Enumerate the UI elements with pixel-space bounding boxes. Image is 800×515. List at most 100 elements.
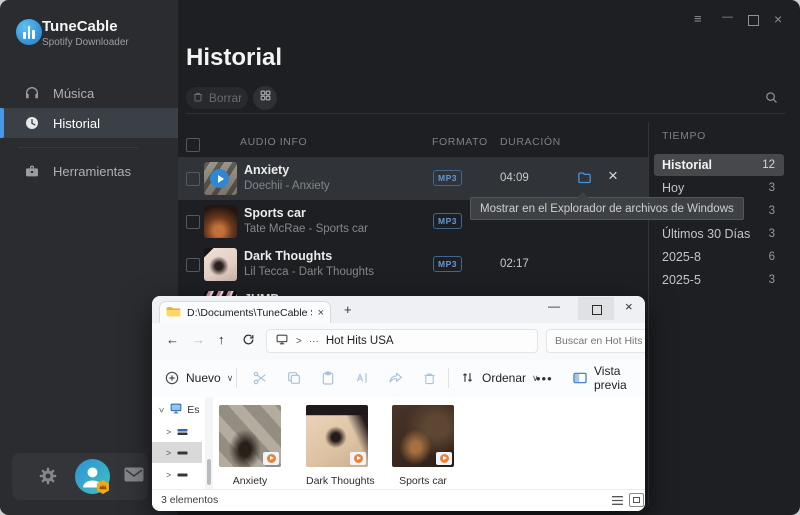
explorer-content: > Es > >	[152, 397, 645, 489]
new-tab-icon[interactable]: +	[344, 302, 352, 317]
file-thumbnail[interactable]	[392, 405, 454, 467]
track-title: Dark Thoughts	[244, 249, 332, 263]
explorer-maximize-icon[interactable]	[592, 305, 602, 315]
grid-icon	[259, 89, 272, 107]
app-menu-icon[interactable]: ≡	[694, 11, 702, 26]
rename-icon[interactable]	[354, 360, 370, 396]
explorer-tab-bar: D:\Documents\TuneCable Spo × + — ×	[152, 296, 645, 323]
address-bar[interactable]: > ··· Hot Hits USA	[266, 329, 538, 353]
show-in-explorer-icon[interactable]	[576, 170, 593, 185]
column-duracion: DURACIÓN	[500, 136, 561, 148]
minimize-icon[interactable]: —	[722, 11, 733, 23]
large-icons-view-icon[interactable]	[629, 493, 644, 507]
filter-label: Últimos 30 Días	[662, 227, 750, 241]
select-all-checkbox[interactable]	[186, 138, 200, 152]
chevron-down-icon: ∨	[227, 373, 234, 384]
sidebar-item-herramientas[interactable]: Herramientas	[0, 156, 178, 186]
file-thumbnail[interactable]	[306, 405, 368, 467]
explorer-status-bar: 3 elementos	[152, 489, 645, 511]
breadcrumb-overflow-icon[interactable]: ···	[309, 336, 319, 347]
file-thumbnail[interactable]	[219, 405, 281, 467]
new-button[interactable]: Nuevo ∨	[164, 360, 233, 396]
cut-icon[interactable]	[252, 360, 268, 396]
forward-icon[interactable]: →	[192, 332, 205, 347]
time-filter-2025-8[interactable]: 2025-8 6	[654, 246, 784, 268]
search-icon[interactable]	[764, 90, 779, 105]
refresh-icon[interactable]	[242, 333, 255, 349]
chevron-collapsed-icon[interactable]: >	[166, 470, 171, 480]
explorer-search-input[interactable]: Buscar en Hot Hits U	[546, 329, 645, 353]
explorer-close-icon[interactable]: ×	[625, 299, 633, 314]
copy-icon[interactable]	[286, 360, 302, 396]
tab-close-icon[interactable]: ×	[318, 307, 324, 319]
row-checkbox[interactable]	[186, 258, 200, 272]
back-icon[interactable]: ←	[166, 332, 179, 347]
filter-count: 3	[769, 274, 775, 286]
nav-this-pc[interactable]: > Es	[152, 399, 202, 420]
nav-drive-item-selected[interactable]: >	[152, 442, 202, 463]
sidebar-item-label: Herramientas	[53, 164, 131, 179]
panel-divider	[648, 122, 649, 505]
breadcrumb[interactable]: Hot Hits USA	[326, 335, 394, 347]
page-title: Historial	[186, 44, 282, 72]
time-filter-30-dias[interactable]: Últimos 30 Días 3	[654, 223, 784, 245]
close-icon[interactable]: ×	[774, 11, 782, 27]
track-duration: 02:17	[500, 258, 529, 270]
time-filter-historial[interactable]: Historial 12	[654, 154, 784, 176]
track-artist: Tate McRae - Sports car	[244, 223, 368, 235]
this-pc-icon	[275, 333, 289, 349]
share-icon[interactable]	[388, 360, 404, 396]
list-view-icon[interactable]	[611, 495, 624, 506]
delete-icon[interactable]	[422, 360, 437, 396]
chevron-collapsed-icon[interactable]: >	[166, 427, 171, 437]
grid-view-button[interactable]	[253, 86, 277, 110]
mail-icon[interactable]	[124, 467, 144, 482]
more-options-icon[interactable]: •••	[536, 360, 553, 396]
media-play-badge-icon	[436, 452, 452, 465]
chevron-right-icon[interactable]: >	[296, 336, 302, 347]
bottom-dock	[12, 453, 148, 500]
chevron-collapsed-icon[interactable]: >	[166, 448, 171, 458]
nav-scrollbar-thumb[interactable]	[207, 459, 211, 485]
format-badge: MP3	[433, 170, 462, 186]
nav-drive-item[interactable]: >	[152, 464, 202, 485]
gear-icon[interactable]	[38, 466, 58, 486]
tab-title: D:\Documents\TuneCable Spo	[187, 307, 312, 319]
filter-label: 2025-8	[662, 250, 701, 264]
chevron-expanded-icon[interactable]: >	[157, 407, 167, 412]
preview-button[interactable]: Vista previa	[572, 360, 645, 396]
paste-icon[interactable]	[320, 360, 336, 396]
account-avatar[interactable]	[75, 459, 110, 494]
track-title: Sports car	[244, 206, 306, 220]
sidebar-item-historial[interactable]: Historial	[0, 108, 178, 138]
sidebar-item-musica[interactable]: Música	[0, 78, 178, 108]
row-checkbox[interactable]	[186, 172, 200, 186]
clock-icon	[24, 115, 40, 131]
item-count: 3 elementos	[161, 494, 218, 506]
up-icon[interactable]: ↑	[218, 332, 225, 347]
table-row[interactable]: Dark Thoughts Lil Tecca - Dark Thoughts …	[178, 243, 648, 286]
sort-icon	[460, 370, 476, 386]
headphones-icon	[24, 85, 40, 101]
time-panel-title: TIEMPO	[662, 130, 706, 142]
nav-drive-item[interactable]: >	[152, 421, 202, 442]
explorer-minimize-icon[interactable]: —	[548, 299, 560, 313]
explorer-tab[interactable]: D:\Documents\TuneCable Spo ×	[159, 301, 331, 323]
brand-subtitle: Spotify Downloader	[42, 37, 129, 48]
play-icon[interactable]	[210, 169, 229, 188]
toolbar-divider	[448, 368, 449, 388]
time-filter-hoy[interactable]: Hoy 3	[654, 177, 784, 199]
folder-icon	[166, 305, 181, 321]
preview-label: Vista previa	[594, 364, 645, 392]
time-filter-2025-5[interactable]: 2025-5 3	[654, 269, 784, 291]
remove-row-icon[interactable]: ×	[608, 166, 618, 186]
clear-history-button[interactable]: Borrar	[186, 87, 248, 109]
nav-label: Es	[187, 404, 199, 416]
file-name: Dark Thoughts	[306, 475, 368, 487]
brand-name: TuneCable	[42, 18, 118, 35]
sort-button[interactable]: Ordenar ∨	[460, 360, 539, 396]
row-checkbox[interactable]	[186, 215, 200, 229]
maximize-icon[interactable]	[748, 15, 759, 26]
track-title: Anxiety	[244, 163, 289, 177]
explorer-address-row: ← → ↑ > ··· Hot Hits USA Buscar en Hot H…	[152, 323, 645, 360]
